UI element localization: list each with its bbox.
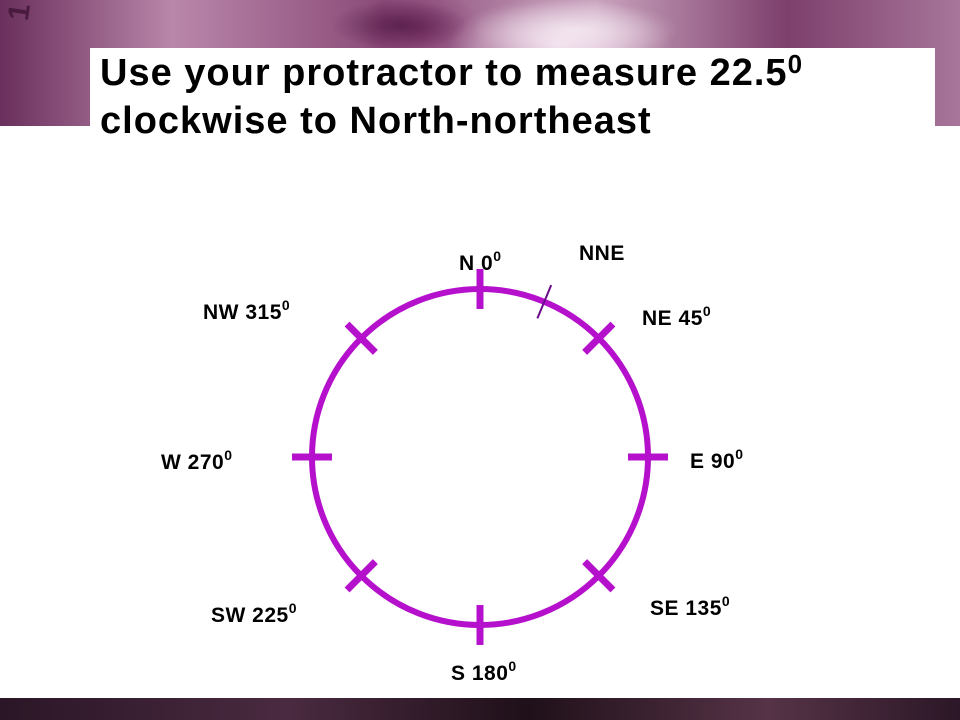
label-southeast-degree: 0 [721, 593, 731, 609]
label-southeast-text: SE 135 [650, 597, 722, 620]
label-east-text: E 90 [690, 450, 736, 473]
label-northeast-degree: 0 [702, 303, 712, 319]
label-east: E 900 [690, 446, 744, 474]
label-west-text: W 270 [161, 451, 225, 474]
compass-ticks [292, 269, 668, 645]
label-south-text: S 180 [451, 662, 509, 685]
label-southeast: SE 1350 [650, 593, 730, 621]
label-northeast-text: NE 45 [642, 307, 703, 330]
label-east-degree: 0 [735, 446, 744, 462]
label-nne: NNE [579, 242, 625, 265]
label-northeast: NE 450 [642, 303, 711, 331]
label-south: S 1800 [451, 658, 517, 686]
label-west-degree: 0 [224, 447, 233, 463]
label-northwest: NW 3150 [203, 297, 290, 325]
label-southwest-text: SW 225 [211, 604, 289, 627]
label-north-degree: 0 [493, 248, 502, 264]
label-west: W 2700 [161, 447, 233, 475]
label-southwest-degree: 0 [288, 600, 298, 616]
label-north-text: N 0 [459, 252, 494, 275]
compass-diagram [292, 269, 668, 645]
label-northwest-text: NW 315 [203, 301, 282, 324]
label-northwest-degree: 0 [281, 297, 291, 313]
label-north: N 00 [459, 248, 502, 276]
label-southwest: SW 2250 [211, 600, 297, 628]
label-south-degree: 0 [508, 658, 517, 674]
